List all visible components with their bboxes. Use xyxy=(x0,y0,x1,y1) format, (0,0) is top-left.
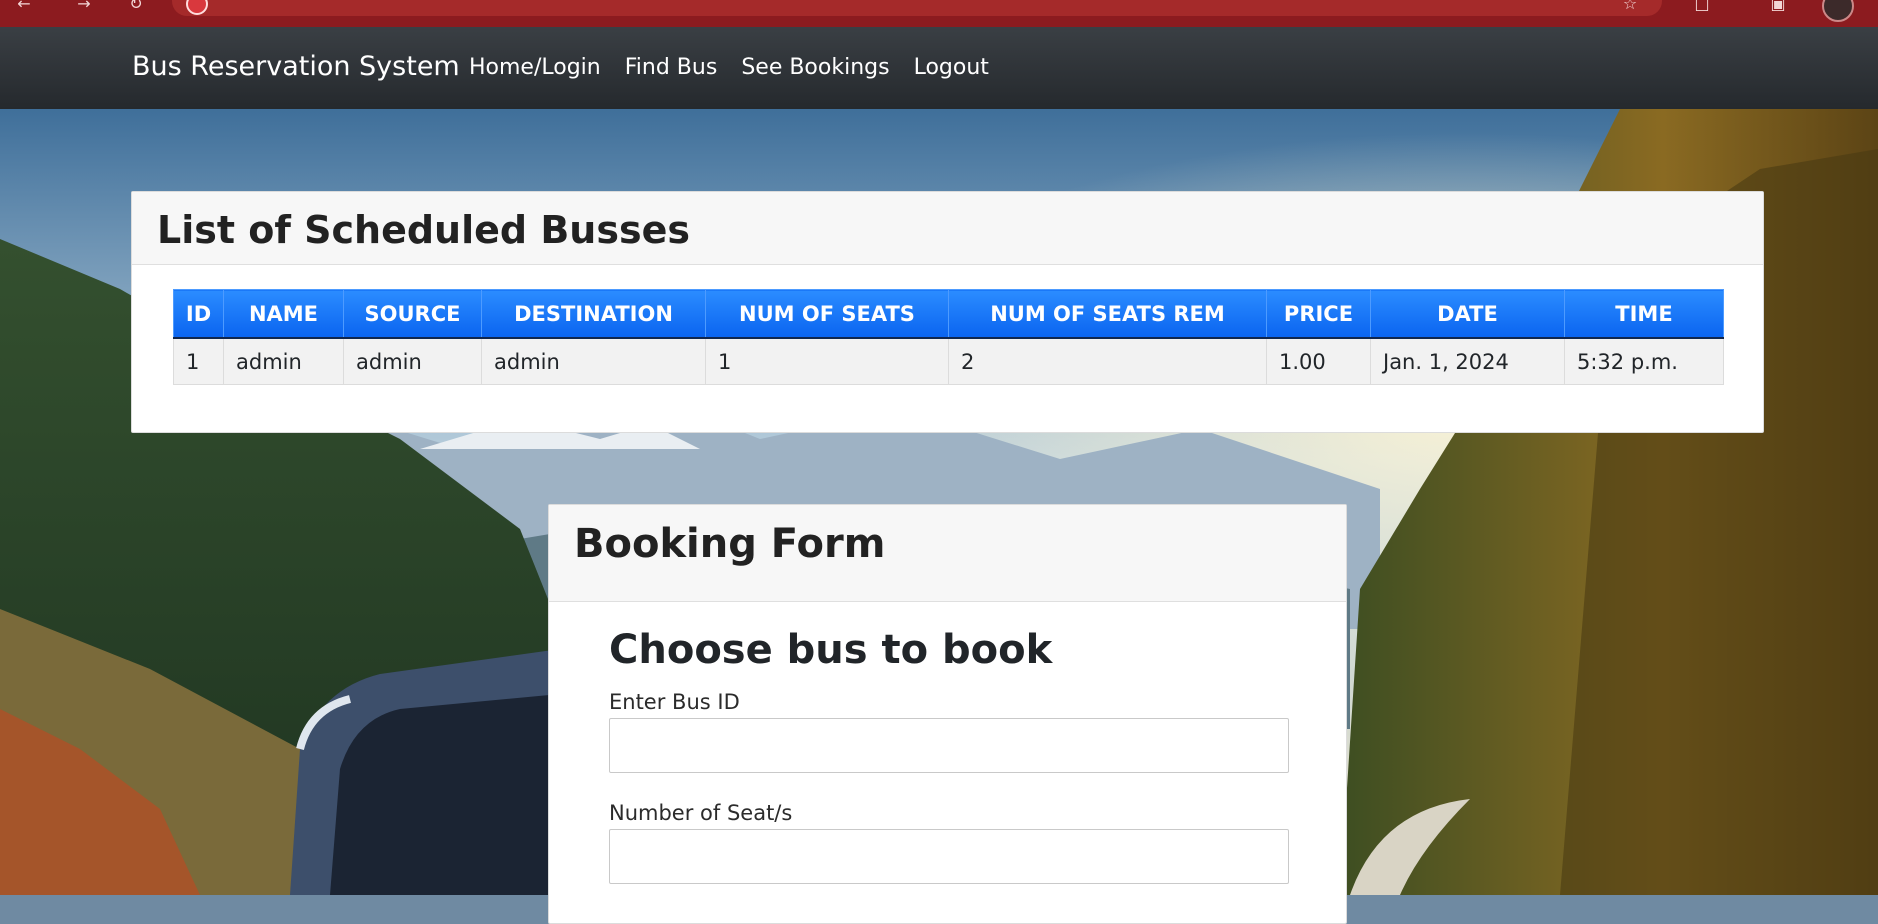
booking-form-card: Booking Form Choose bus to book Enter Bu… xyxy=(548,504,1347,924)
cell-id: 1 xyxy=(173,337,224,385)
column-header-num-of-seats[interactable]: NUM OF SEATS xyxy=(705,289,949,339)
bus-id-input[interactable] xyxy=(609,718,1289,773)
column-header-date[interactable]: DATE xyxy=(1370,289,1565,339)
cell-price: 1.00 xyxy=(1266,337,1371,385)
cell-num-of-seats: 1 xyxy=(705,337,949,385)
bus-id-label: Enter Bus ID xyxy=(609,690,740,714)
column-header-price[interactable]: PRICE xyxy=(1266,289,1371,339)
column-header-time[interactable]: TIME xyxy=(1564,289,1724,339)
column-header-source[interactable]: SOURCE xyxy=(343,289,482,339)
scheduled-busses-card: List of Scheduled Busses ID NAME SOURCE … xyxy=(131,191,1764,433)
scheduled-busses-header: List of Scheduled Busses xyxy=(132,192,1763,265)
column-header-destination[interactable]: DESTINATION xyxy=(481,289,706,339)
nav-link-home-login[interactable]: Home/Login xyxy=(469,55,601,80)
choose-bus-heading: Choose bus to book xyxy=(609,627,1053,673)
table-header-row: ID NAME SOURCE DESTINATION NUM OF SEATS … xyxy=(173,289,1724,339)
brand-title[interactable]: Bus Reservation System xyxy=(132,51,460,82)
cell-destination: admin xyxy=(481,337,706,385)
cell-source: admin xyxy=(343,337,482,385)
cell-date: Jan. 1, 2024 xyxy=(1370,337,1565,385)
column-header-name[interactable]: NAME xyxy=(223,289,344,339)
browser-toolbar: ← → ↻ ☆ □ ▣ xyxy=(0,0,1878,28)
nav-link-logout[interactable]: Logout xyxy=(914,55,989,80)
seats-input[interactable] xyxy=(609,829,1289,884)
bookmark-star-icon[interactable]: ☆ xyxy=(1620,0,1640,14)
sidepanel-icon[interactable]: ▣ xyxy=(1768,0,1788,14)
booking-form: Choose bus to book Enter Bus ID Number o… xyxy=(609,630,1289,884)
cell-time: 5:32 p.m. xyxy=(1564,337,1724,385)
nav-link-find-bus[interactable]: Find Bus xyxy=(625,55,718,80)
booking-form-title: Booking Form xyxy=(574,521,886,567)
extensions-icon[interactable]: □ xyxy=(1692,0,1712,14)
address-bar[interactable] xyxy=(172,0,1662,16)
reload-icon[interactable]: ↻ xyxy=(126,0,146,14)
nav-link-see-bookings[interactable]: See Bookings xyxy=(741,55,889,80)
cell-name: admin xyxy=(223,337,344,385)
column-header-num-of-seats-rem[interactable]: NUM OF SEATS REM xyxy=(948,289,1267,339)
seats-label: Number of Seat/s xyxy=(609,801,793,825)
column-header-id[interactable]: ID xyxy=(173,289,224,339)
table-row[interactable]: 1 admin admin admin 1 2 1.00 Jan. 1, 202… xyxy=(173,337,1724,385)
nav-links: Home/Login Find Bus See Bookings Logout xyxy=(469,55,989,80)
booking-form-header: Booking Form xyxy=(549,505,1346,602)
cell-num-of-seats-rem: 2 xyxy=(948,337,1267,385)
bus-schedule-table: ID NAME SOURCE DESTINATION NUM OF SEATS … xyxy=(173,289,1724,385)
back-icon[interactable]: ← xyxy=(14,0,34,14)
profile-avatar[interactable] xyxy=(1822,0,1854,22)
forward-icon[interactable]: → xyxy=(74,0,94,14)
top-navbar: Bus Reservation System Home/Login Find B… xyxy=(0,27,1878,109)
scheduled-busses-title: List of Scheduled Busses xyxy=(157,208,690,252)
